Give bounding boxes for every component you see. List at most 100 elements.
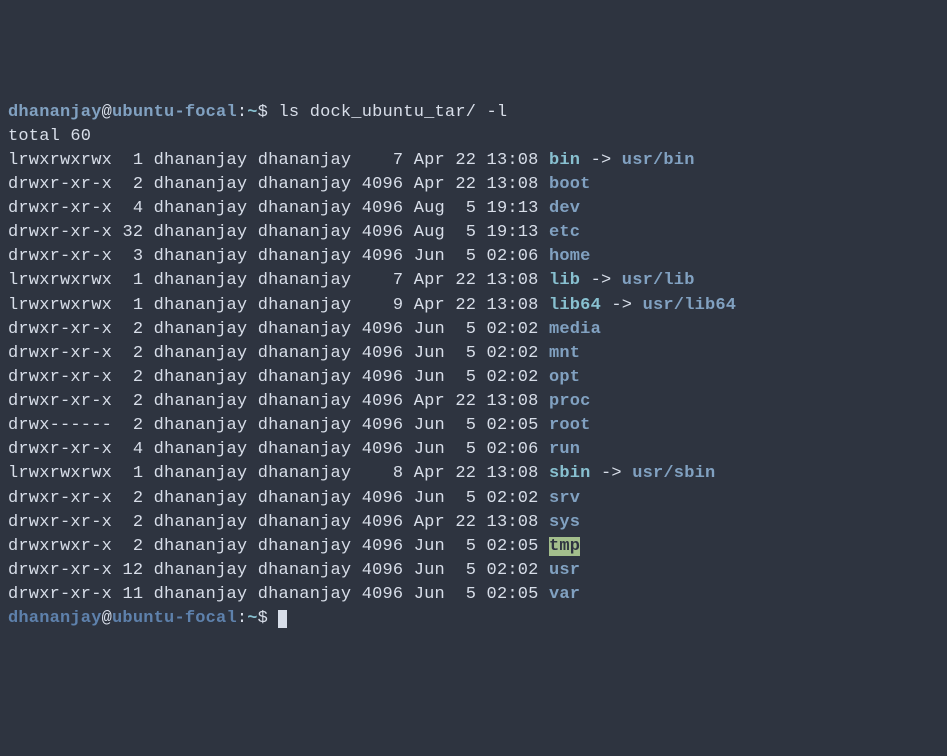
command-input[interactable]: ls dock_ubuntu_tar/ -l [278,103,507,122]
file-links: 2 [122,416,143,435]
list-row: lrwxrwxrwx 1 dhananjay dhananjay 7 Apr 2… [8,151,695,170]
prompt-path: ~ [247,103,257,122]
file-permissions: drwxr-xr-x [8,489,112,508]
file-size: 8 [362,464,404,483]
file-date: Jun 5 02:02 [414,320,539,339]
file-size: 4096 [362,416,404,435]
prompt-user: dhananjay [8,103,102,122]
file-links: 2 [122,537,143,556]
file-permissions: lrwxrwxrwx [8,296,112,315]
file-size: 4096 [362,513,404,532]
list-row: lrwxrwxrwx 1 dhananjay dhananjay 7 Apr 2… [8,271,695,290]
file-group: dhananjay [258,199,352,218]
list-row: drwxr-xr-x 11 dhananjay dhananjay 4096 J… [8,585,580,604]
file-group: dhananjay [258,537,352,556]
file-owner: dhananjay [154,151,248,170]
file-owner: dhananjay [154,320,248,339]
file-date: Apr 22 13:08 [414,392,539,411]
file-links: 2 [122,489,143,508]
terminal[interactable]: dhananjay@ubuntu-focal:~$ ls dock_ubuntu… [8,101,939,632]
prompt-user: dhananjay [8,609,102,628]
file-name: var [549,585,580,604]
file-date: Jun 5 02:06 [414,247,539,266]
list-row: drwxr-xr-x 2 dhananjay dhananjay 4096 Ju… [8,368,580,387]
file-size: 4096 [362,561,404,580]
file-name: srv [549,489,580,508]
file-owner: dhananjay [154,440,248,459]
list-row: drwxr-xr-x 3 dhananjay dhananjay 4096 Ju… [8,247,591,266]
file-name: dev [549,199,580,218]
file-date: Jun 5 02:02 [414,489,539,508]
file-group: dhananjay [258,320,352,339]
file-links: 4 [122,199,143,218]
file-date: Jun 5 02:05 [414,585,539,604]
file-links: 4 [122,440,143,459]
file-permissions: drwxr-xr-x [8,247,112,266]
file-size: 4096 [362,344,404,363]
file-permissions: drwxr-xr-x [8,344,112,363]
list-row: lrwxrwxrwx 1 dhananjay dhananjay 8 Apr 2… [8,464,715,483]
symlink-target: usr/lib [622,271,695,290]
file-group: dhananjay [258,223,352,242]
prompt-colon: : [237,103,247,122]
prompt-path: ~ [247,609,257,628]
file-links: 3 [122,247,143,266]
file-name: opt [549,368,580,387]
file-permissions: lrwxrwxrwx [8,464,112,483]
file-date: Aug 5 19:13 [414,199,539,218]
symlink-arrow: -> [580,151,622,170]
file-size: 4096 [362,368,404,387]
file-owner: dhananjay [154,585,248,604]
file-owner: dhananjay [154,175,248,194]
file-links: 1 [122,271,143,290]
file-date: Apr 22 13:08 [414,296,539,315]
symlink-target: usr/bin [622,151,695,170]
file-date: Jun 5 02:05 [414,537,539,556]
file-group: dhananjay [258,368,352,387]
file-size: 4096 [362,489,404,508]
file-date: Jun 5 02:02 [414,344,539,363]
file-date: Jun 5 02:02 [414,368,539,387]
file-links: 1 [122,296,143,315]
list-row: drwxr-xr-x 2 dhananjay dhananjay 4096 Ju… [8,320,601,339]
file-group: dhananjay [258,271,352,290]
file-permissions: drwxr-xr-x [8,175,112,194]
prompt-line-2: dhananjay@ubuntu-focal:~$ [8,609,287,628]
file-owner: dhananjay [154,464,248,483]
file-name: home [549,247,591,266]
file-owner: dhananjay [154,271,248,290]
file-owner: dhananjay [154,199,248,218]
prompt-line: dhananjay@ubuntu-focal:~$ ls dock_ubuntu… [8,103,507,122]
file-date: Jun 5 02:05 [414,416,539,435]
file-name: proc [549,392,591,411]
file-date: Jun 5 02:06 [414,440,539,459]
list-row: drwxr-xr-x 32 dhananjay dhananjay 4096 A… [8,223,580,242]
file-size: 7 [362,271,404,290]
file-group: dhananjay [258,416,352,435]
file-permissions: drwxr-xr-x [8,440,112,459]
file-links: 1 [122,464,143,483]
file-owner: dhananjay [154,247,248,266]
file-name: run [549,440,580,459]
file-owner: dhananjay [154,392,248,411]
cursor[interactable] [278,610,287,628]
file-permissions: drwxr-xr-x [8,561,112,580]
file-name: mnt [549,344,580,363]
prompt-host: ubuntu-focal [112,609,237,628]
prompt-colon: : [237,609,247,628]
file-group: dhananjay [258,489,352,508]
file-name: lib64 [549,296,601,315]
file-group: dhananjay [258,175,352,194]
list-row: drwxr-xr-x 2 dhananjay dhananjay 4096 Ap… [8,513,580,532]
file-name: lib [549,271,580,290]
file-date: Jun 5 02:02 [414,561,539,580]
file-owner: dhananjay [154,416,248,435]
file-date: Apr 22 13:08 [414,271,539,290]
file-permissions: lrwxrwxrwx [8,151,112,170]
file-size: 4096 [362,199,404,218]
file-date: Aug 5 19:13 [414,223,539,242]
file-date: Apr 22 13:08 [414,513,539,532]
file-links: 2 [122,368,143,387]
file-group: dhananjay [258,151,352,170]
file-name: sbin [549,464,591,483]
